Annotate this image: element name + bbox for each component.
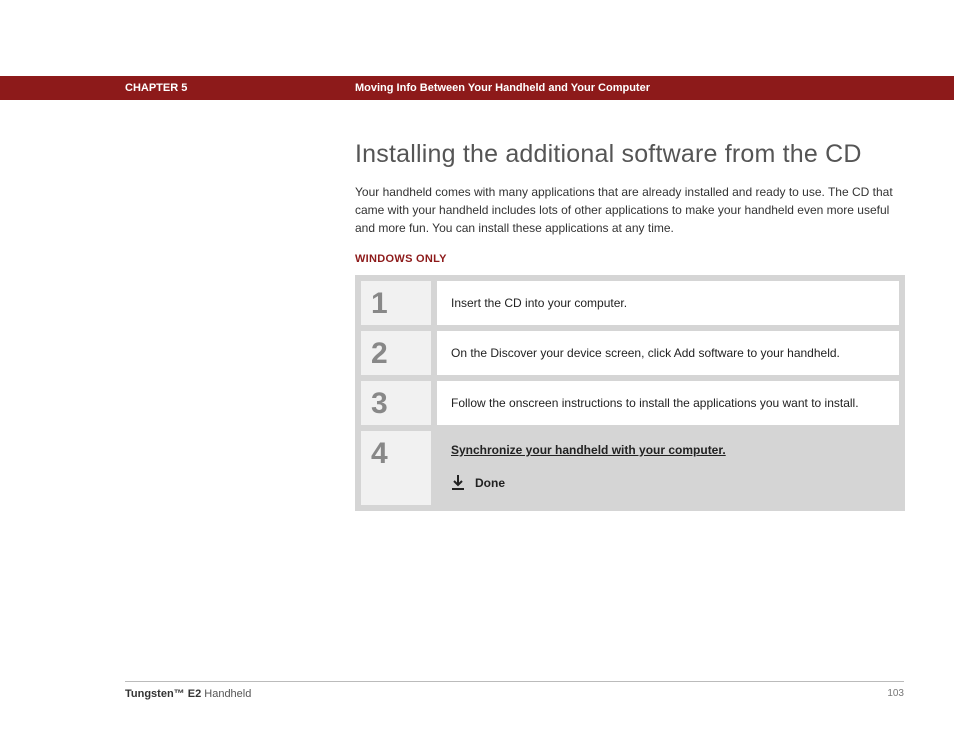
platform-label: WINDOWS ONLY: [355, 253, 905, 265]
done-label: Done: [475, 476, 505, 490]
step-row: 1 Insert the CD into your computer.: [361, 281, 899, 325]
step-number: 1: [361, 281, 431, 325]
product-bold: Tungsten™ E2: [125, 688, 201, 700]
step-text: Follow the onscreen instructions to inst…: [437, 381, 899, 425]
step-row: 3 Follow the onscreen instructions to in…: [361, 381, 899, 425]
product-name: Tungsten™ E2 Handheld: [125, 688, 251, 700]
step-text: On the Discover your device screen, clic…: [437, 331, 899, 375]
steps-container: 1 Insert the CD into your computer. 2 On…: [355, 275, 905, 511]
done-row: Done: [451, 475, 885, 491]
synchronize-link[interactable]: Synchronize your handheld with your comp…: [451, 443, 885, 457]
section-heading: Installing the additional software from …: [355, 140, 905, 169]
product-rest: Handheld: [201, 688, 251, 700]
chapter-label: CHAPTER 5: [125, 82, 355, 94]
chapter-header: CHAPTER 5 Moving Info Between Your Handh…: [0, 76, 954, 100]
step-row: 4 Synchronize your handheld with your co…: [361, 431, 899, 505]
main-content: Installing the additional software from …: [355, 140, 905, 511]
step-number: 2: [361, 331, 431, 375]
step-row: 2 On the Discover your device screen, cl…: [361, 331, 899, 375]
page-number: 103: [887, 688, 904, 700]
page-footer: Tungsten™ E2 Handheld 103: [125, 681, 904, 700]
step-number: 4: [361, 431, 431, 505]
step-body-final: Synchronize your handheld with your comp…: [437, 431, 899, 505]
chapter-title: Moving Info Between Your Handheld and Yo…: [355, 82, 650, 94]
download-done-icon: [451, 475, 465, 491]
step-number: 3: [361, 381, 431, 425]
step-text: Insert the CD into your computer.: [437, 281, 899, 325]
intro-paragraph: Your handheld comes with many applicatio…: [355, 183, 905, 237]
